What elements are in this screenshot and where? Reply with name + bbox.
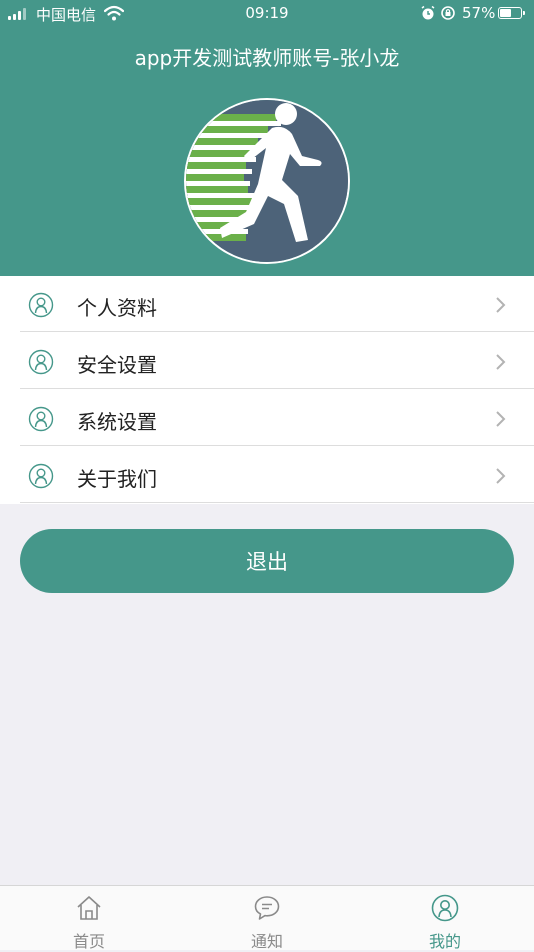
user-circle-icon <box>431 894 459 922</box>
divider <box>20 445 534 446</box>
menu-item-label: 关于我们 <box>77 467 157 491</box>
runner-logo <box>186 100 348 262</box>
menu-item-system[interactable]: 系统设置 <box>0 390 534 446</box>
home-icon <box>77 896 101 920</box>
menu-item-about[interactable]: 关于我们 <box>0 447 534 503</box>
rotation-lock-icon <box>441 6 455 20</box>
user-circle-icon <box>28 406 54 432</box>
divider <box>20 331 534 332</box>
profile-header: 中国电信 09:19 57% app开发测试教师账号-张小龙 <box>0 0 534 276</box>
battery-icon <box>498 7 525 19</box>
tab-mine[interactable]: 我的 <box>385 886 505 951</box>
menu-item-label: 安全设置 <box>77 353 157 377</box>
menu-item-label: 个人资料 <box>77 296 157 320</box>
chevron-right-icon <box>496 354 506 370</box>
user-circle-icon <box>28 463 54 489</box>
tab-home[interactable]: 首页 <box>29 886 149 951</box>
settings-menu: 个人资料 安全设置 系统设置 关于我们 <box>0 276 534 504</box>
alarm-icon <box>421 5 435 20</box>
menu-item-label: 系统设置 <box>77 410 157 434</box>
tab-label: 我的 <box>428 932 461 951</box>
tab-label: 通知 <box>250 932 283 951</box>
logout-button[interactable]: 退出 <box>20 529 514 593</box>
battery-percent: 57% <box>462 4 496 22</box>
chevron-right-icon <box>496 468 506 484</box>
chevron-right-icon <box>496 411 506 427</box>
menu-item-security[interactable]: 安全设置 <box>0 333 534 389</box>
tab-label: 首页 <box>72 932 105 951</box>
tab-notifications[interactable]: 通知 <box>207 886 327 951</box>
user-circle-icon <box>28 292 54 318</box>
chat-bubble-icon <box>254 896 280 920</box>
chevron-right-icon <box>496 297 506 313</box>
menu-item-profile[interactable]: 个人资料 <box>0 276 534 332</box>
bottom-tab-bar: 首页 通知 我的 <box>0 885 534 951</box>
avatar[interactable] <box>184 98 350 264</box>
status-bar: 中国电信 09:19 57% <box>0 0 534 28</box>
user-circle-icon <box>28 349 54 375</box>
page-title: app开发测试教师账号-张小龙 <box>134 46 400 70</box>
divider <box>20 388 534 389</box>
divider <box>20 502 534 503</box>
